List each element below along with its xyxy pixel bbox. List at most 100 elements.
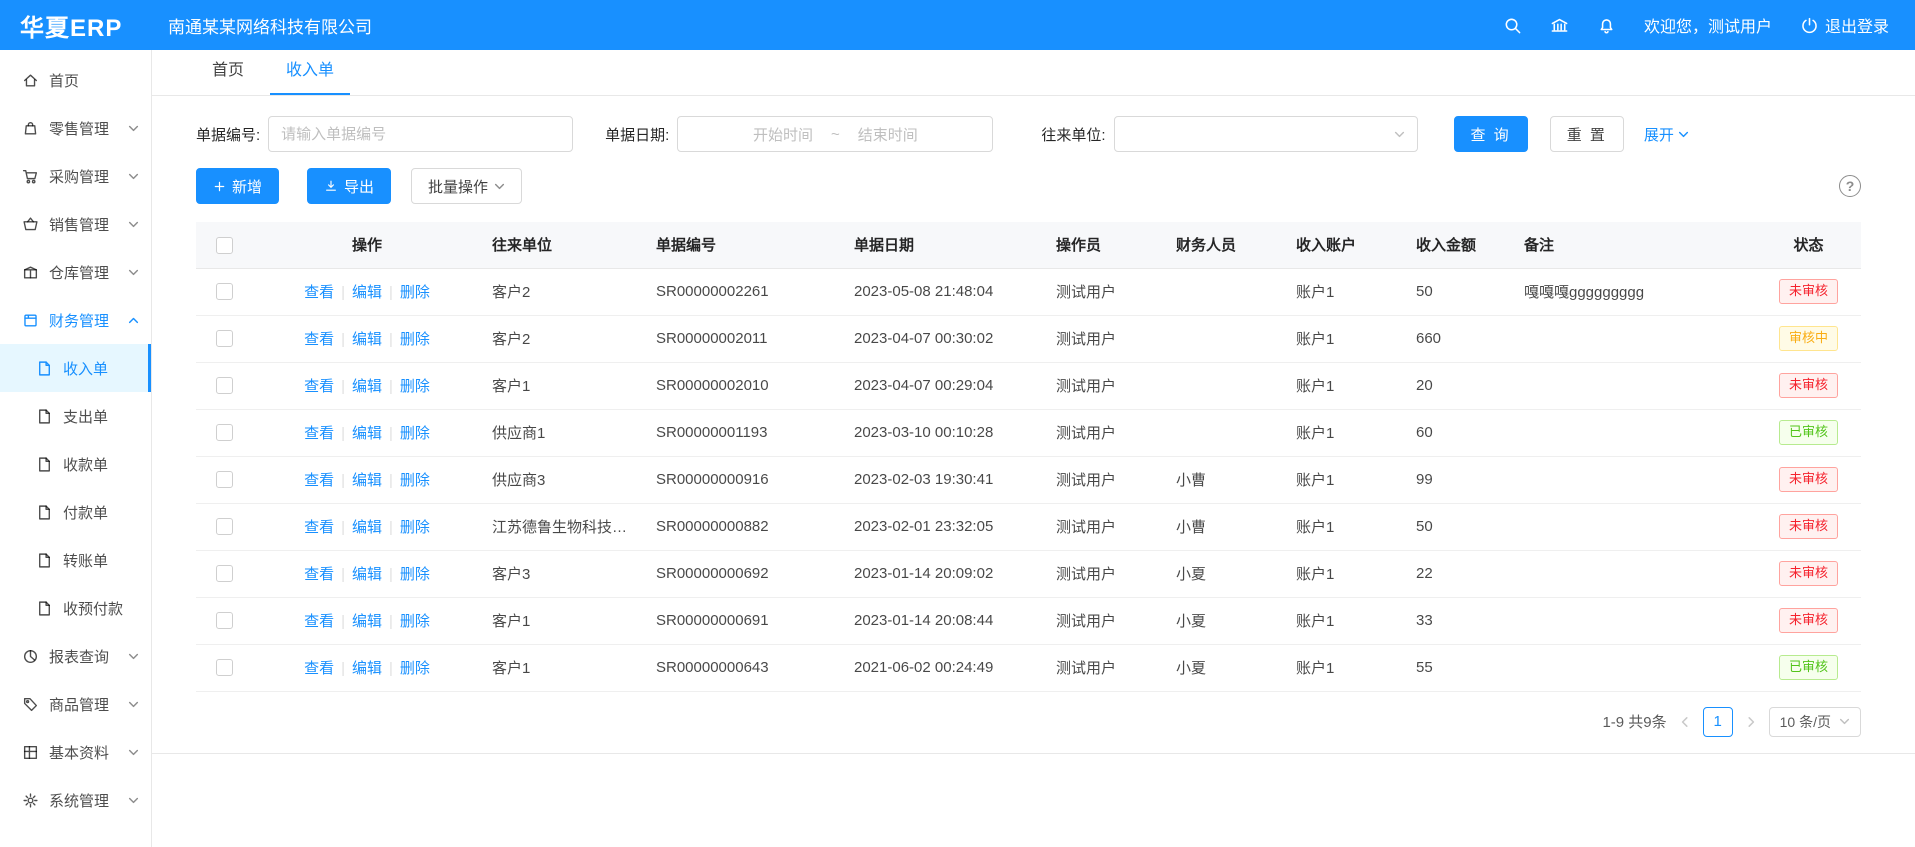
cell-operator: 测试用户 (1046, 456, 1166, 503)
delete-link[interactable]: 删除 (400, 425, 430, 442)
next-page-icon[interactable] (1745, 716, 1757, 728)
edit-link[interactable]: 编辑 (352, 425, 382, 442)
page-size-select[interactable]: 10 条/页 (1769, 707, 1861, 737)
view-link[interactable]: 查看 (304, 660, 334, 677)
view-link[interactable]: 查看 (304, 519, 334, 536)
logout-label: 退出登录 (1825, 13, 1889, 37)
sidebar-item-home[interactable]: 首页 (0, 56, 151, 104)
page-number-button[interactable]: 1 (1703, 707, 1733, 737)
sidebar-item-goods[interactable]: 商品管理 (0, 680, 151, 728)
edit-link[interactable]: 编辑 (352, 472, 382, 489)
sidebar-item-report[interactable]: 报表查询 (0, 632, 151, 680)
bell-icon[interactable] (1597, 16, 1616, 35)
search-button[interactable]: 查 询 (1454, 116, 1528, 152)
column-header-remark: 备注 (1514, 222, 1756, 268)
delete-link[interactable]: 删除 (400, 472, 430, 489)
sidebar-item-sales[interactable]: 销售管理 (0, 200, 151, 248)
column-header-status: 状态 (1756, 222, 1861, 268)
cell-date: 2023-05-08 21:48:04 (844, 268, 1046, 315)
delete-link[interactable]: 删除 (400, 519, 430, 536)
cell-status: 未审核 (1756, 456, 1861, 503)
edit-link[interactable]: 编辑 (352, 331, 382, 348)
search-icon[interactable] (1503, 16, 1522, 35)
cell-date: 2023-01-14 20:09:02 (844, 550, 1046, 597)
doc-icon (36, 504, 53, 521)
prev-page-icon[interactable] (1679, 716, 1691, 728)
row-checkbox[interactable] (216, 377, 233, 394)
add-button[interactable]: 新增 (196, 168, 279, 204)
logout-button[interactable]: 退出登录 (1800, 13, 1889, 37)
sidebar-item-finance[interactable]: 财务管理 (0, 296, 151, 344)
delete-link[interactable]: 删除 (400, 566, 430, 583)
view-link[interactable]: 查看 (304, 613, 334, 630)
sidebar-subitem-expense[interactable]: 支出单 (0, 392, 151, 440)
delete-link[interactable]: 删除 (400, 613, 430, 630)
income-table: 操作 往来单位 单据编号 单据日期 操作员 财务人员 收入账户 收入金额 备注 (196, 222, 1861, 692)
view-link[interactable]: 查看 (304, 284, 334, 301)
sidebar-subitem-income[interactable]: 收入单 (0, 344, 151, 392)
reset-button[interactable]: 重 置 (1550, 116, 1624, 152)
row-actions-cell: 查看|编辑|删除 (252, 550, 482, 597)
sidebar-item-label: 零售管理 (49, 118, 109, 139)
sidebar-item-basic-data[interactable]: 基本资料 (0, 728, 151, 776)
cell-status: 未审核 (1756, 362, 1861, 409)
date-range-picker[interactable]: 开始时间 ~ 结束时间 (677, 116, 993, 152)
action-separator: | (341, 660, 345, 677)
bank-icon[interactable] (1550, 16, 1569, 35)
cell-number: SR00000000916 (646, 456, 844, 503)
view-link[interactable]: 查看 (304, 378, 334, 395)
column-header-actions: 操作 (252, 222, 482, 268)
sidebar-subitem-prepaid[interactable]: 收预付款 (0, 584, 151, 632)
row-select-cell (196, 362, 252, 409)
cell-operator: 测试用户 (1046, 597, 1166, 644)
expand-link[interactable]: 展开 (1644, 124, 1689, 145)
tab-home[interactable]: 首页 (196, 49, 260, 95)
view-link[interactable]: 查看 (304, 425, 334, 442)
sidebar-subitem-label: 收款单 (63, 454, 108, 475)
row-checkbox[interactable] (216, 659, 233, 676)
row-actions-cell: 查看|编辑|删除 (252, 362, 482, 409)
edit-link[interactable]: 编辑 (352, 613, 382, 630)
row-checkbox[interactable] (216, 424, 233, 441)
sidebar-subitem-transfer[interactable]: 转账单 (0, 536, 151, 584)
edit-link[interactable]: 编辑 (352, 660, 382, 677)
view-link[interactable]: 查看 (304, 566, 334, 583)
batch-actions-button[interactable]: 批量操作 (411, 168, 522, 204)
row-checkbox[interactable] (216, 330, 233, 347)
sidebar-item-label: 销售管理 (49, 214, 109, 235)
cell-unit: 客户2 (482, 268, 646, 315)
edit-link[interactable]: 编辑 (352, 566, 382, 583)
row-checkbox[interactable] (216, 612, 233, 629)
edit-link[interactable]: 编辑 (352, 284, 382, 301)
row-checkbox[interactable] (216, 283, 233, 300)
row-checkbox[interactable] (216, 518, 233, 535)
tab-income[interactable]: 收入单 (270, 49, 350, 95)
delete-link[interactable]: 删除 (400, 660, 430, 677)
sidebar-item-label: 商品管理 (49, 694, 109, 715)
delete-link[interactable]: 删除 (400, 331, 430, 348)
help-icon[interactable]: ? (1839, 175, 1861, 197)
action-separator: | (389, 566, 393, 583)
cell-number: SR00000000643 (646, 644, 844, 691)
action-separator: | (341, 378, 345, 395)
row-checkbox[interactable] (216, 471, 233, 488)
income-table-wrap: 操作 往来单位 单据编号 单据日期 操作员 财务人员 收入账户 收入金额 备注 (196, 222, 1861, 692)
delete-link[interactable]: 删除 (400, 284, 430, 301)
sidebar-item-retail[interactable]: 零售管理 (0, 104, 151, 152)
delete-link[interactable]: 删除 (400, 378, 430, 395)
sidebar-item-system[interactable]: 系统管理 (0, 776, 151, 824)
edit-link[interactable]: 编辑 (352, 378, 382, 395)
sidebar-subitem-receipt[interactable]: 收款单 (0, 440, 151, 488)
select-all-checkbox[interactable] (216, 237, 233, 254)
sidebar-subitem-payment[interactable]: 付款单 (0, 488, 151, 536)
view-link[interactable]: 查看 (304, 472, 334, 489)
sidebar-item-warehouse[interactable]: 仓库管理 (0, 248, 151, 296)
sidebar-item-purchase[interactable]: 采购管理 (0, 152, 151, 200)
export-button[interactable]: 导出 (307, 168, 391, 204)
edit-link[interactable]: 编辑 (352, 519, 382, 536)
unit-select[interactable] (1114, 116, 1418, 152)
row-checkbox[interactable] (216, 565, 233, 582)
number-input[interactable] (268, 116, 573, 152)
column-header-finance: 财务人员 (1166, 222, 1286, 268)
view-link[interactable]: 查看 (304, 331, 334, 348)
